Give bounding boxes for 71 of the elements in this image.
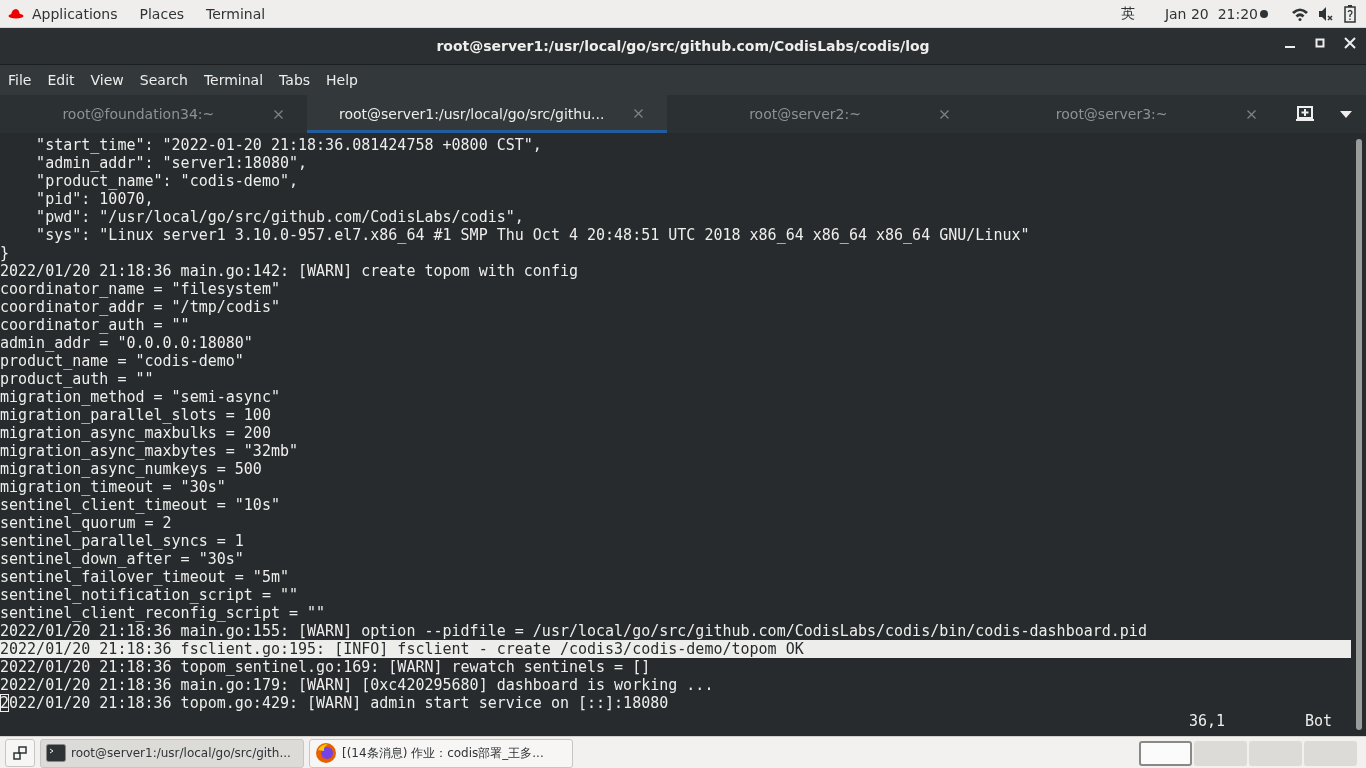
tab-close-icon[interactable] — [940, 110, 950, 119]
workspace-switcher[interactable] — [1139, 740, 1192, 766]
terminal-line: 2022/01/20 21:18:36 topom.go:429: [WARN] admin start service on [::]:18080 — [0, 694, 670, 712]
terminal-line: "start_time": "2022-01-20 21:18:36.081424758 +0800 CST", — [35, 136, 543, 154]
terminal-line: coordinator_name = "filesystem" — [0, 280, 281, 298]
terminal-line: sentinel_down_after = "30s" — [0, 550, 245, 568]
menu-item[interactable]: Help — [326, 72, 358, 88]
terminal-line: sentinel_client_timeout = "10s" — [0, 496, 281, 514]
terminal-line: migration_method = "semi-async" — [0, 388, 281, 406]
terminal-line: sentinel_quorum = 2 — [0, 514, 173, 532]
battery-icon[interactable] — [1344, 4, 1356, 23]
scroll-position: Bot — [1304, 712, 1332, 730]
top-menu[interactable]: Terminal — [206, 5, 266, 22]
menu-item[interactable]: Terminal — [203, 72, 264, 88]
close-icon[interactable] — [1344, 37, 1356, 49]
terminal-line: sentinel_notification_script = "" — [0, 586, 299, 604]
notification-dot-icon — [1260, 9, 1268, 18]
terminal-line: coordinator_auth = "" — [0, 316, 191, 334]
terminal-tab[interactable]: root@foundation34:~ — [0, 95, 307, 133]
top-menu[interactable]: Applications — [32, 5, 118, 22]
hat-icon[interactable] — [8, 7, 24, 20]
windows-icon — [13, 746, 27, 760]
terminal-line: "admin_addr": "server1:18080", — [35, 154, 309, 172]
terminal-line: migration_parallel_slots = 100 — [0, 406, 272, 424]
terminal-line: 2022/01/20 21:18:36 topom_sentinel.go:169: [WARN] rewatch sentinels = [] — [0, 658, 652, 676]
menu-item[interactable]: View — [90, 72, 124, 88]
volume-muted-icon[interactable] — [1318, 5, 1334, 22]
new-tab-icon[interactable] — [1296, 106, 1314, 122]
wifi-icon[interactable] — [1292, 6, 1308, 21]
terminal-line: product_auth = "" — [0, 370, 155, 388]
terminal-line: 2022/01/20 21:18:36 main.go:142: [WARN] create topom with config — [0, 262, 579, 280]
terminal-line: "product_name": "codis-demo", — [35, 172, 299, 190]
show-desktop-button[interactable] — [5, 739, 35, 767]
clock[interactable]: Jan 20 21:20 — [1164, 5, 1258, 22]
window-title: root@server1:/usr/local/go/src/github.com/CodisLabs/codis/log — [436, 38, 930, 54]
tab-close-icon[interactable] — [633, 108, 643, 118]
terminal-line: 2022/01/20 21:18:36 main.go:155: [WARN] option --pidfile = /usr/local/go/src/github.com/CodisLabs/codis/bin/codis-dashboard.pid — [0, 622, 1148, 640]
terminal-line: "sys": "Linux server1 3.10.0-957.el7.x86_64 #1 SMP Thu Oct 4 20:48:51 UTC 2018 x86_64 x86_64 x86_64 GNU/Linux" — [35, 226, 1031, 244]
dropdown-caret-icon[interactable] — [1340, 110, 1352, 118]
terminal-line: coordinator_addr = "/tmp/codis" — [0, 298, 281, 316]
scrollbar-thumb[interactable] — [1356, 139, 1362, 730]
terminal-line: migration_async_maxbytes = "32mb" — [0, 442, 299, 460]
terminal-line: "pwd": "/usr/local/go/src/github.com/CodisLabs/codis", — [35, 208, 525, 226]
terminal-line: product_name = "codis-demo" — [0, 352, 245, 370]
globe-icon — [315, 742, 337, 764]
input-method-indicator[interactable]: 英 — [1120, 4, 1135, 23]
terminal-line: migration_timeout = "30s" — [0, 478, 227, 496]
terminal-line: "pid": 10070, — [35, 190, 155, 208]
tab-close-icon[interactable] — [1247, 110, 1256, 119]
terminal-tab[interactable]: root@server3:~ — [973, 95, 1280, 133]
taskbar-button[interactable]: [(14条消息) 作业：codis部署_王多... — [309, 738, 573, 768]
terminal-icon — [46, 744, 66, 762]
terminal-tab[interactable]: root@server2:~ — [666, 95, 974, 133]
maximize-icon[interactable] — [1314, 37, 1326, 49]
terminal-line: 2022/01/20 21:18:36 main.go:179: [WARN] [0xc420295680] dashboard is working ... — [0, 676, 715, 694]
menu-item[interactable]: Search — [139, 72, 188, 88]
terminal-tab[interactable]: root@server1:/usr/local/go/src/githu... — [306, 95, 667, 133]
terminal-line: } — [0, 244, 11, 262]
cursor-position: 36,1 — [1189, 712, 1226, 730]
menu-item[interactable]: Edit — [47, 72, 75, 88]
terminal-line: sentinel_client_reconfig_script = "" — [0, 604, 327, 622]
terminal-line: migration_async_numkeys = 500 — [0, 460, 263, 478]
terminal-line: migration_async_maxbulks = 200 — [0, 424, 272, 442]
top-menu[interactable]: Places — [139, 5, 185, 22]
tab-close-icon[interactable] — [273, 110, 283, 119]
taskbar-button[interactable]: root@server1:/usr/local/go/src/gith... — [40, 738, 304, 768]
terminal-line: sentinel_parallel_syncs = 1 — [0, 532, 245, 550]
menu-item[interactable]: Tabs — [279, 72, 311, 88]
terminal-line: admin_addr = "0.0.0.0:18080" — [0, 334, 254, 352]
menu-item[interactable]: File — [8, 72, 32, 88]
terminal-line: sentinel_failover_timeout = "5m" — [0, 568, 290, 586]
